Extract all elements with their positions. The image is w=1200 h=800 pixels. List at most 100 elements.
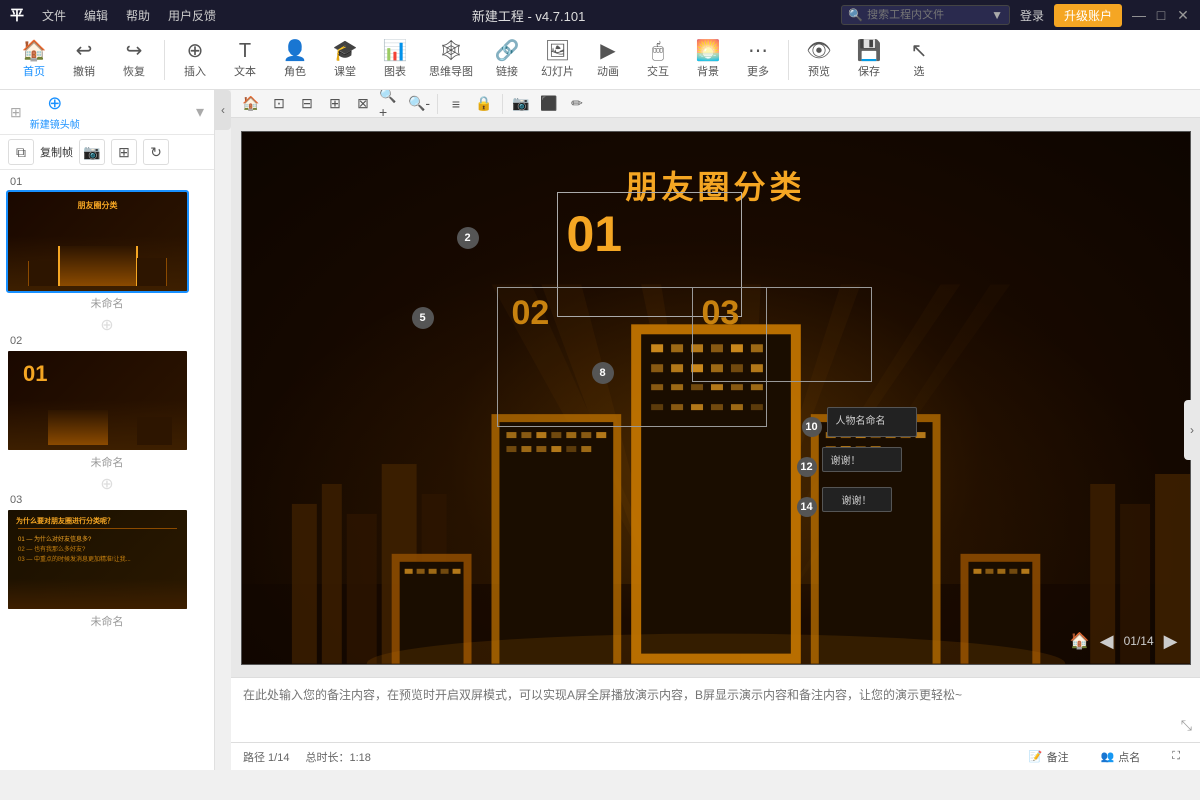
canvas-edit[interactable]: ✏ (565, 92, 589, 116)
slide-label-3: 未命名 (6, 613, 208, 629)
canvas-export[interactable]: ⬛ (537, 92, 561, 116)
titlebar: 平 文件 编辑 帮助 用户反馈 新建工程 - v4.7.101 🔍 ▼ 登录 升… (0, 0, 1200, 30)
chart-icon: 📊 (383, 41, 408, 61)
tool-character[interactable]: 👤 角色 (271, 37, 319, 83)
divider-2 (502, 94, 503, 114)
notes-input[interactable] (243, 686, 1188, 734)
plus-icon: ⊕ (47, 93, 62, 114)
notes-button[interactable]: 📝 备注 (1021, 747, 1077, 767)
tool-home[interactable]: 🏠 首页 (10, 37, 58, 83)
tool-interact[interactable]: 🖱 交互 (634, 37, 682, 83)
mindmap-icon: 🕸 (438, 41, 463, 61)
number-03: 03 (702, 294, 740, 333)
notes-expand-button[interactable]: ⤡ (1181, 717, 1192, 734)
tool-more[interactable]: ⋯ 更多 (734, 37, 782, 83)
node-10: 10 (802, 417, 822, 437)
dot-roll-button[interactable]: 👥 点名 (1093, 747, 1149, 767)
info-box-12: 谢谢！ (822, 447, 902, 472)
dot-label: 点名 (1118, 749, 1140, 765)
page-counter: 01/14 (1124, 634, 1154, 648)
classroom-label: 课堂 (334, 63, 356, 79)
rotate-icon: ↻ (150, 144, 162, 161)
grid-button[interactable]: ⊞ (111, 139, 137, 165)
login-button[interactable]: 登录 (1020, 7, 1044, 24)
tool-mindmap[interactable]: 🕸 思维导图 (421, 37, 481, 83)
node-14: 14 (797, 497, 817, 517)
tool-undo[interactable]: ↩ 撤销 (60, 37, 108, 83)
menu-help[interactable]: 帮助 (126, 7, 150, 24)
right-panel-collapse[interactable]: › (1184, 400, 1200, 460)
tool-text[interactable]: T 文本 (221, 37, 269, 83)
node-8: 8 (592, 362, 614, 384)
camera-button[interactable]: 📷 (79, 139, 105, 165)
search-input[interactable] (867, 9, 987, 21)
canvas-toolbar: 🏠 ⊡ ⊟ ⊞ ⊠ 🔍+ 🔍- ≡ 🔒 📷 ⬛ ✏ (231, 90, 1200, 118)
tool-link[interactable]: 🔗 链接 (483, 37, 531, 83)
insert-icon: ⊕ (187, 41, 204, 61)
canvas-zoom-out[interactable]: 🔍- (407, 92, 431, 116)
character-label: 角色 (284, 63, 306, 79)
canvas-next-btn[interactable]: ▶ (1164, 631, 1178, 652)
select-label: 选 (914, 63, 925, 79)
minimize-button[interactable]: — (1132, 8, 1146, 22)
fullscreen-button[interactable]: ⛶ (1164, 748, 1188, 765)
tool-preview[interactable]: 👁 预览 (795, 37, 843, 83)
tool-insert[interactable]: ⊕ 插入 (171, 37, 219, 83)
canvas-prev-btn[interactable]: ◀ (1100, 631, 1114, 652)
divider-2 (788, 40, 789, 80)
panel-resize-icon: ⊞ (10, 104, 22, 121)
panel-arrow-down[interactable]: ▾ (196, 102, 204, 122)
menu-feedback[interactable]: 用户反馈 (168, 7, 216, 24)
rotate-button[interactable]: ↻ (143, 139, 169, 165)
tool-bg[interactable]: 🌅 背景 (684, 37, 732, 83)
tool-save[interactable]: 💾 保存 (845, 37, 893, 83)
slide-thumbnail-2[interactable]: 01 (6, 349, 189, 452)
canvas-tool-4[interactable]: ⊠ (351, 92, 375, 116)
menu-edit[interactable]: 编辑 (84, 7, 108, 24)
thumb-title-1: 朋友圈分类 (8, 200, 187, 211)
left-panel: ⊞ ⊕ 新建镜头帧 ▾ ⧉ 复制帧 📷 ⊞ ↻ (0, 90, 215, 770)
canvas-tool-1[interactable]: ⊡ (267, 92, 291, 116)
notes-area: ⤡ (231, 677, 1200, 742)
titlebar-right: 🔍 ▼ 登录 升级账户 — □ ✕ (841, 4, 1190, 27)
canvas-home-icon[interactable]: 🏠 (239, 92, 263, 116)
menu-file[interactable]: 文件 (42, 7, 66, 24)
tool-redo[interactable]: ↪ 恢复 (110, 37, 158, 83)
slide-label: 幻灯片 (541, 63, 574, 79)
undo-label: 撤销 (73, 63, 95, 79)
upgrade-button[interactable]: 升级账户 (1054, 4, 1122, 27)
tool-chart[interactable]: 📊 图表 (371, 37, 419, 83)
new-frame-button[interactable]: ⊕ 新建镜头帧 (30, 93, 80, 131)
copy-frame-button[interactable]: ⧉ (8, 139, 34, 165)
tool-classroom[interactable]: 🎓 课堂 (321, 37, 369, 83)
tool-slide[interactable]: 🖼 幻灯片 (533, 37, 582, 83)
menu-logo[interactable]: 平 (10, 5, 24, 25)
animation-label: 动画 (597, 63, 619, 79)
undo-icon: ↩ (76, 41, 93, 61)
slide-title: 朋友圈分类 (242, 162, 1190, 208)
main-area: ⊞ ⊕ 新建镜头帧 ▾ ⧉ 复制帧 📷 ⊞ ↻ (0, 90, 1200, 770)
more-label: 更多 (747, 63, 769, 79)
info-box-10: 人物名命名 (827, 407, 917, 437)
search-dropdown-icon[interactable]: ▼ (991, 8, 1003, 22)
canvas-align[interactable]: ≡ (444, 92, 468, 116)
canvas-camera[interactable]: 📷 (509, 92, 533, 116)
dot-icon: 👥 (1101, 750, 1115, 763)
search-box[interactable]: 🔍 ▼ (841, 5, 1010, 25)
slide-thumbnail-3[interactable]: 为什么要对朋友圈进行分类呢？ 01 — 为什么对好友信息多? 02 — 也有我那… (6, 508, 189, 611)
tool-select[interactable]: ↖ 选 (895, 37, 943, 83)
maximize-button[interactable]: □ (1154, 8, 1168, 22)
canvas-tool-3[interactable]: ⊞ (323, 92, 347, 116)
slide-icon: 🖼 (545, 41, 570, 61)
canvas-lock[interactable]: 🔒 (472, 92, 496, 116)
panel-collapse-button[interactable]: ‹ (215, 90, 231, 130)
close-button[interactable]: ✕ (1176, 8, 1190, 22)
canvas-tool-2[interactable]: ⊟ (295, 92, 319, 116)
canvas-zoom-in[interactable]: 🔍+ (379, 92, 403, 116)
text-icon: T (239, 41, 251, 61)
canvas-home-btn[interactable]: 🏠 (1070, 631, 1090, 651)
canvas-wrapper[interactable]: 朋友圈分类 01 2 02 5 03 8 10 人物名命名 (231, 118, 1200, 677)
new-frame-label: 新建镜头帧 (30, 116, 80, 131)
tool-animation[interactable]: ▶ 动画 (584, 37, 632, 83)
slide-thumbnail-1[interactable]: 朋友圈分类 (6, 190, 189, 293)
